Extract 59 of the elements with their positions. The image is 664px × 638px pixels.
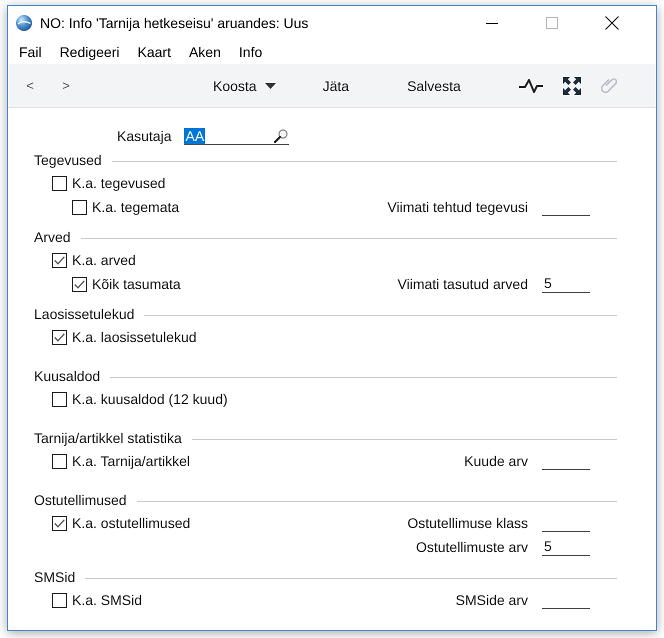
- menu-item[interactable]: Redigeeri: [50, 42, 128, 62]
- next-button[interactable]: >: [48, 72, 84, 98]
- checkbox[interactable]: [72, 276, 87, 292]
- checkbox[interactable]: [52, 392, 67, 406]
- field-label: Viimati tehtud tegevusi: [387, 199, 528, 215]
- paperclip-icon[interactable]: [600, 76, 617, 95]
- field-value: AA: [184, 128, 206, 144]
- check-icon: [54, 332, 65, 342]
- field-label: Viimati tasutud arved: [398, 276, 528, 292]
- checkbox-label[interactable]: K.a. laosissetulekud: [72, 329, 197, 345]
- checkbox-label[interactable]: K.a. kuusaldod (12 kuud): [72, 391, 228, 407]
- checkbox[interactable]: [52, 252, 67, 268]
- close-icon[interactable]: [605, 16, 619, 30]
- checkbox[interactable]: [72, 200, 87, 214]
- field-label: Kuude arv: [464, 453, 528, 469]
- toolbar-button[interactable]: Salvesta: [399, 72, 469, 98]
- field-label: SMSide arv: [456, 592, 528, 608]
- window-title: NO: Info 'Tarnija hetkeseisu' aruandes: Uus: [40, 15, 310, 31]
- checkbox[interactable]: [52, 516, 67, 530]
- section-title: Arved: [34, 228, 71, 244]
- pulse-icon[interactable]: [518, 78, 543, 92]
- checkbox-label[interactable]: K.a. tegemata: [92, 199, 180, 215]
- user-field[interactable]: AA: [184, 127, 290, 145]
- menu-item[interactable]: Aken: [180, 42, 230, 62]
- field-label: Ostutellimuse klass: [407, 515, 528, 531]
- checkbox[interactable]: [52, 592, 67, 608]
- checkbox-label[interactable]: K.a. arved: [72, 252, 136, 268]
- section-title: Kuusaldod: [34, 368, 100, 384]
- minimize-icon[interactable]: [486, 22, 498, 24]
- field-label: Ostutellimuste arv: [416, 539, 528, 555]
- checkbox-label[interactable]: Kõik tasumata: [92, 276, 181, 292]
- check-icon: [54, 256, 65, 264]
- section-title: Tarnija/artikkel statistika: [34, 430, 182, 446]
- section-title: Ostutellimused: [34, 492, 127, 508]
- checkbox-label[interactable]: K.a. Tarnija/artikkel: [72, 453, 190, 469]
- section-title: SMSid: [34, 568, 76, 584]
- checkbox-label[interactable]: K.a. tegevused: [72, 175, 166, 191]
- menu-item[interactable]: Info: [230, 42, 272, 62]
- checkbox[interactable]: [52, 330, 67, 344]
- caret-icon: [264, 82, 276, 88]
- checkbox[interactable]: [52, 454, 67, 468]
- expand-icon[interactable]: [562, 76, 581, 94]
- section-title: Laosissetulekud: [34, 306, 134, 322]
- globe-icon: [16, 15, 32, 31]
- input-field[interactable]: 5: [542, 538, 590, 556]
- menu-item[interactable]: Fail: [10, 42, 51, 62]
- check-icon: [74, 280, 85, 288]
- menu-button[interactable]: Koosta: [205, 72, 284, 98]
- checkbox-label[interactable]: K.a. SMSid: [72, 592, 142, 608]
- menu-item[interactable]: Kaart: [128, 42, 180, 62]
- input-field[interactable]: 5: [542, 275, 590, 293]
- checkbox[interactable]: [52, 176, 67, 190]
- toolbar-button[interactable]: Jäta: [314, 72, 358, 98]
- previous-button[interactable]: <: [12, 72, 48, 98]
- check-icon: [54, 518, 65, 528]
- section-title: Tegevused: [34, 152, 102, 168]
- checkbox-label[interactable]: K.a. ostutellimused: [72, 515, 190, 531]
- search-icon[interactable]: [274, 128, 288, 142]
- field-label: Kasutaja: [117, 128, 172, 144]
